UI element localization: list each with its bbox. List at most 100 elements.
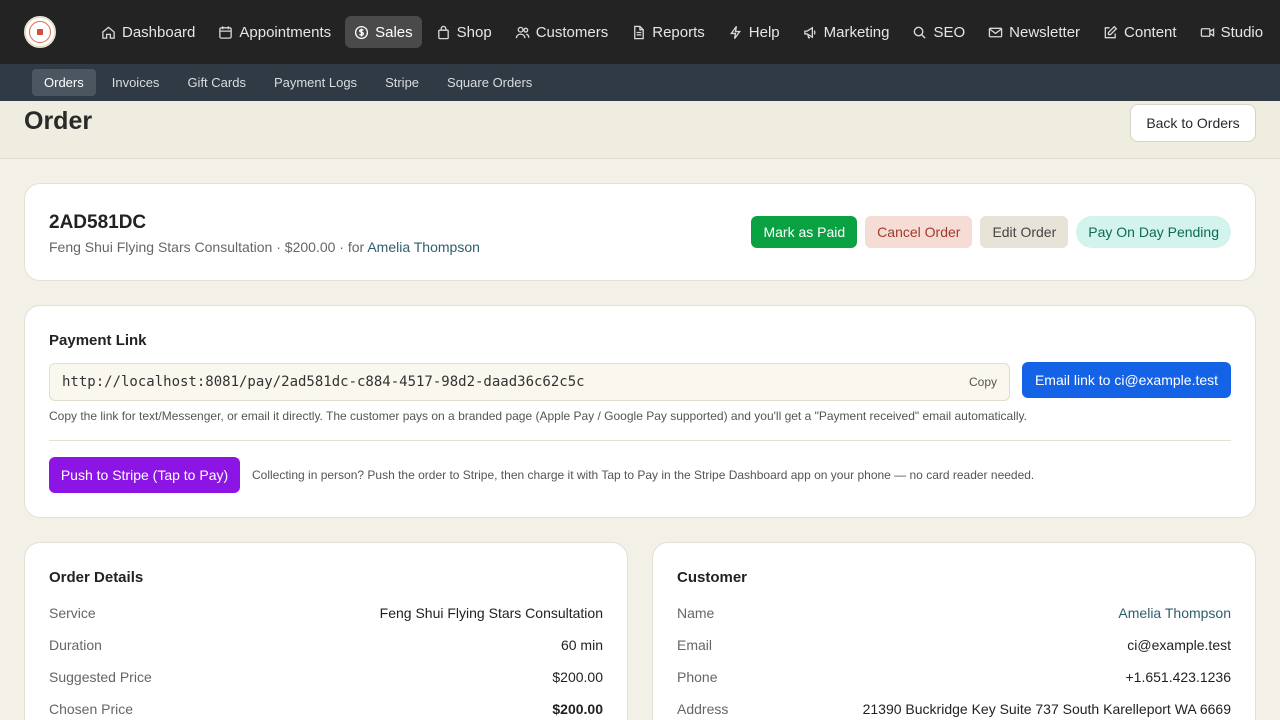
- nav-item-label: Dashboard: [122, 23, 196, 41]
- detail-value: 60 min: [560, 637, 603, 653]
- nav-item-content[interactable]: Content: [1094, 16, 1186, 48]
- email-link-button[interactable]: Email link to ci@example.test: [1022, 362, 1231, 398]
- payment-link-title: Payment Link: [49, 332, 147, 349]
- subnav-item-payment-logs[interactable]: Payment Logs: [262, 69, 369, 96]
- dollar-icon: [355, 25, 369, 39]
- order-summary-line: Feng Shui Flying Stars Consultation · $2…: [49, 239, 480, 255]
- nav-item-label: Help: [748, 23, 780, 41]
- customer-value: ci@example.test: [1127, 637, 1231, 653]
- nav-item-studio[interactable]: Studio: [1191, 16, 1273, 48]
- cancel-order-button[interactable]: Cancel Order: [865, 216, 973, 248]
- customer-row-phone: Phone +1.651.423.1236: [677, 669, 1231, 689]
- customer-label: Email: [677, 637, 713, 653]
- nav-item-seo[interactable]: SEO: [903, 16, 974, 48]
- customer-label: Address: [677, 701, 729, 717]
- nav-item-label: SEO: [933, 23, 966, 41]
- video-icon: [1200, 27, 1214, 37]
- customer-card: Customer Name Amelia Thompson Email ci@e…: [652, 542, 1256, 720]
- payment-link-url[interactable]: http://localhost:8081/pay/2ad581dc-c884-…: [62, 374, 585, 390]
- mark-as-paid-button[interactable]: Mark as Paid: [751, 216, 858, 248]
- nav-item-dashboard[interactable]: Dashboard: [92, 16, 204, 48]
- detail-row-duration: Duration 60 min: [49, 637, 603, 657]
- copy-link-button[interactable]: Copy: [969, 375, 997, 389]
- divider: [49, 440, 1231, 441]
- customer-value: 21390 Buckridge Key Suite 737 South Kare…: [862, 701, 1231, 717]
- order-customer-link[interactable]: Amelia Thompson: [367, 239, 480, 255]
- subnav-item-orders[interactable]: Orders: [32, 69, 96, 96]
- nav-item-label: Sales: [375, 23, 413, 41]
- bolt-icon: [729, 25, 741, 39]
- brand-logo[interactable]: [24, 16, 56, 48]
- customer-row-name: Name Amelia Thompson: [677, 605, 1231, 625]
- subnav-items: Orders Invoices Gift Cards Payment Logs …: [32, 69, 548, 96]
- detail-row-service: Service Feng Shui Flying Stars Consultat…: [49, 605, 603, 625]
- stripe-help: Collecting in person? Push the order to …: [252, 468, 1035, 482]
- nav-item-reports[interactable]: Reports: [622, 16, 714, 48]
- order-id: 2AD581DC: [49, 212, 147, 233]
- home-icon: [102, 25, 115, 39]
- order-details-title: Order Details: [49, 569, 144, 586]
- detail-row-suggested-price: Suggested Price $200.00: [49, 669, 603, 689]
- nav-item-label: Studio: [1220, 23, 1264, 41]
- page-title: Order: [24, 107, 93, 135]
- bag-icon: [437, 25, 449, 39]
- customer-title: Customer: [677, 569, 748, 586]
- edit-order-button[interactable]: Edit Order: [980, 216, 1069, 248]
- customer-value: +1.651.423.1236: [1125, 669, 1232, 685]
- nav-item-newsletter[interactable]: Newsletter: [979, 16, 1089, 48]
- nav-item-appointments[interactable]: Appointments: [209, 16, 340, 48]
- subnav-item-gift-cards[interactable]: Gift Cards: [175, 69, 258, 96]
- mail-icon: [988, 27, 1003, 37]
- order-actions: Mark as Paid Cancel Order Edit Order Pay…: [751, 216, 1231, 248]
- subnav-item-stripe[interactable]: Stripe: [373, 69, 431, 96]
- megaphone-icon: [803, 26, 816, 38]
- order-price: $200.00: [284, 239, 336, 255]
- order-service: Feng Shui Flying Stars Consultation: [49, 239, 273, 255]
- push-to-stripe-button[interactable]: Push to Stripe (Tap to Pay): [49, 457, 240, 493]
- nav-item-help[interactable]: Help: [719, 16, 789, 48]
- detail-value: $200.00: [552, 701, 603, 717]
- order-summary-card: 2AD581DC Feng Shui Flying Stars Consulta…: [24, 183, 1256, 281]
- customer-label: Name: [677, 605, 715, 621]
- detail-value: Feng Shui Flying Stars Consultation: [379, 605, 603, 621]
- nav-item-shop[interactable]: Shop: [427, 16, 501, 48]
- customer-label: Phone: [677, 669, 718, 685]
- customer-row-address: Address 21390 Buckridge Key Suite 737 So…: [677, 701, 1231, 720]
- nav-item-label: Reports: [652, 23, 705, 41]
- subnav-item-square-orders[interactable]: Square Orders: [435, 69, 544, 96]
- nav-item-label: Appointments: [239, 23, 332, 41]
- main-nav: Dashboard Appointments Sales Shop Custom…: [92, 16, 1277, 48]
- nav-item-sales[interactable]: Sales: [345, 16, 422, 48]
- calendar-icon: [219, 25, 233, 39]
- subnav-item-invoices[interactable]: Invoices: [100, 69, 172, 96]
- nav-item-label: Marketing: [823, 23, 890, 41]
- sales-subnav: Orders Invoices Gift Cards Payment Logs …: [0, 64, 1280, 101]
- detail-row-chosen-price: Chosen Price $200.00: [49, 701, 603, 720]
- nav-item-marketing[interactable]: Marketing: [794, 16, 899, 48]
- payment-link-field[interactable]: http://localhost:8081/pay/2ad581dc-c884-…: [49, 363, 1010, 401]
- page-header: Order Back to Orders: [0, 101, 1280, 159]
- back-to-orders-button[interactable]: Back to Orders: [1130, 104, 1256, 142]
- detail-label: Duration: [49, 637, 102, 653]
- users-icon: [515, 26, 530, 38]
- payment-link-card: Payment Link http://localhost:8081/pay/2…: [24, 305, 1256, 518]
- edit-icon: [1104, 25, 1118, 38]
- detail-label: Chosen Price: [49, 701, 134, 717]
- nav-item-label: Content: [1124, 23, 1177, 41]
- detail-label: Service: [49, 605, 96, 621]
- customer-row-email: Email ci@example.test: [677, 637, 1231, 657]
- detail-value: $200.00: [552, 669, 603, 685]
- logo-dot: [37, 29, 43, 35]
- nav-item-label: Shop: [456, 23, 492, 41]
- order-details-card: Order Details Service Feng Shui Flying S…: [24, 542, 628, 720]
- document-icon: [634, 25, 645, 39]
- nav-item-customers[interactable]: Customers: [506, 16, 618, 48]
- nav-item-label: Newsletter: [1009, 23, 1081, 41]
- order-for-label: for: [347, 239, 365, 255]
- customer-name-link[interactable]: Amelia Thompson: [1118, 605, 1231, 625]
- detail-label: Suggested Price: [49, 669, 152, 685]
- nav-item-label: Customers: [535, 23, 609, 41]
- top-navbar: Dashboard Appointments Sales Shop Custom…: [0, 0, 1280, 64]
- payment-link-help: Copy the link for text/Messenger, or ema…: [49, 409, 1027, 423]
- search-icon: [914, 26, 927, 39]
